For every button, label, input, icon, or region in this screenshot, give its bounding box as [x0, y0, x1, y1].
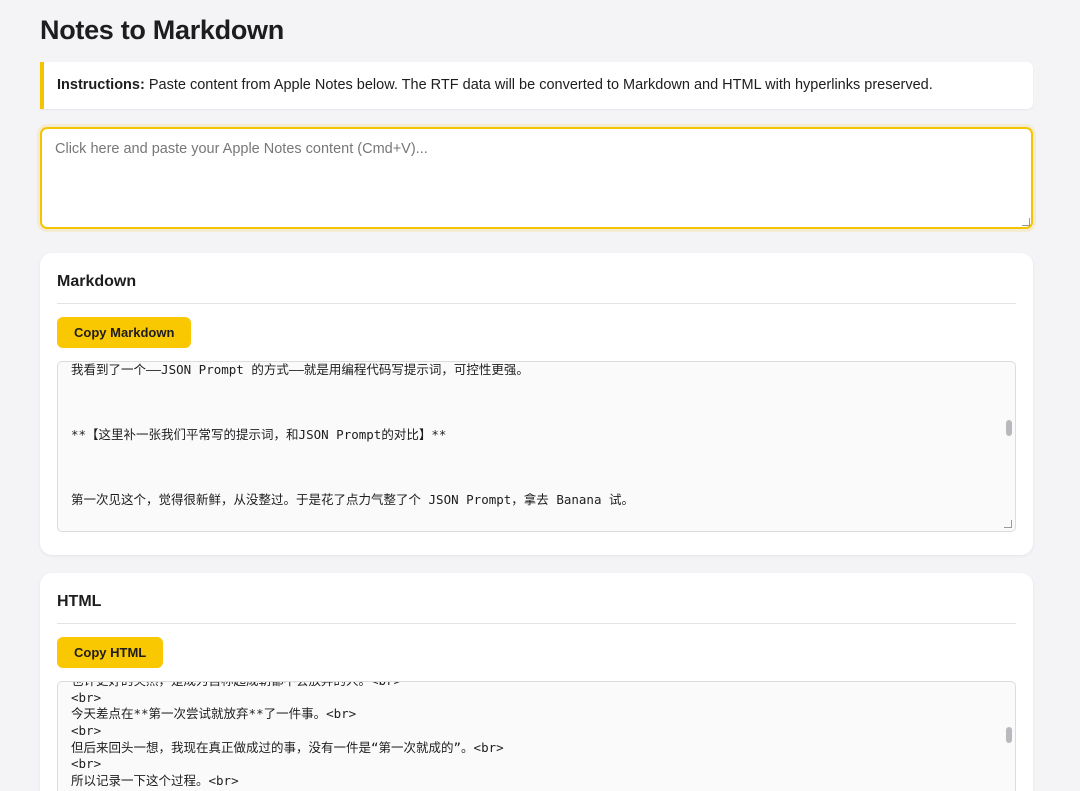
divider [57, 303, 1016, 304]
resize-grip-icon[interactable] [1004, 520, 1012, 528]
code-line: 我看到了一个——JSON Prompt 的方式——就是用编程代码写提示词，可控性… [71, 362, 529, 377]
html-heading: HTML [57, 593, 102, 610]
code-line: 第一次见这个，觉得很新鲜，从没整过。于是花了点力气整了个 JSON Prompt… [71, 492, 635, 507]
scrollbar-thumb[interactable] [1006, 727, 1012, 743]
copy-markdown-button[interactable]: Copy Markdown [57, 317, 192, 348]
code-line: 也许更好的突然，是成为自称起成朝都不会放弃的人。<br> [71, 682, 995, 690]
code-line: 所以记录一下这个过程。<br> [71, 773, 239, 789]
instructions-banner: Instructions: Paste content from Apple N… [40, 62, 1033, 109]
markdown-output[interactable]: 我看到了一个——JSON Prompt 的方式——就是用编程代码写提示词，可控性… [57, 361, 1016, 532]
copy-html-button[interactable]: Copy HTML [57, 637, 164, 668]
html-card: HTML Copy HTML 也许更好的突然，是成为自称起成朝都不会放弃的人。<… [40, 573, 1033, 791]
markdown-heading: Markdown [57, 273, 137, 290]
paste-input[interactable] [40, 127, 1033, 229]
markdown-card: Markdown Copy Markdown 我看到了一个——JSON Prom… [40, 253, 1033, 555]
html-output[interactable]: 也许更好的突然，是成为自称起成朝都不会放弃的人。<br><br>今天差点在**第… [57, 681, 1016, 791]
code-line: 但后来回头一想，我现在真正做成过的事，没有一件是“第一次就成的”。<br> [71, 739, 504, 755]
code-line: <br> [71, 756, 102, 772]
scrollbar-thumb[interactable] [1006, 420, 1012, 436]
instructions-label: Instructions: [57, 77, 145, 93]
code-line: <br> [71, 723, 102, 739]
page-title: Notes to Markdown [40, 15, 284, 45]
divider [57, 623, 1016, 624]
code-line: **【这里补一张我们平常写的提示词，和JSON Prompt的对比】** [71, 427, 447, 442]
instructions-text: Paste content from Apple Notes below. Th… [144, 77, 933, 93]
code-line: <br> [71, 689, 102, 705]
code-line: 今天差点在**第一次尝试就放弃**了一件事。<br> [71, 706, 357, 722]
